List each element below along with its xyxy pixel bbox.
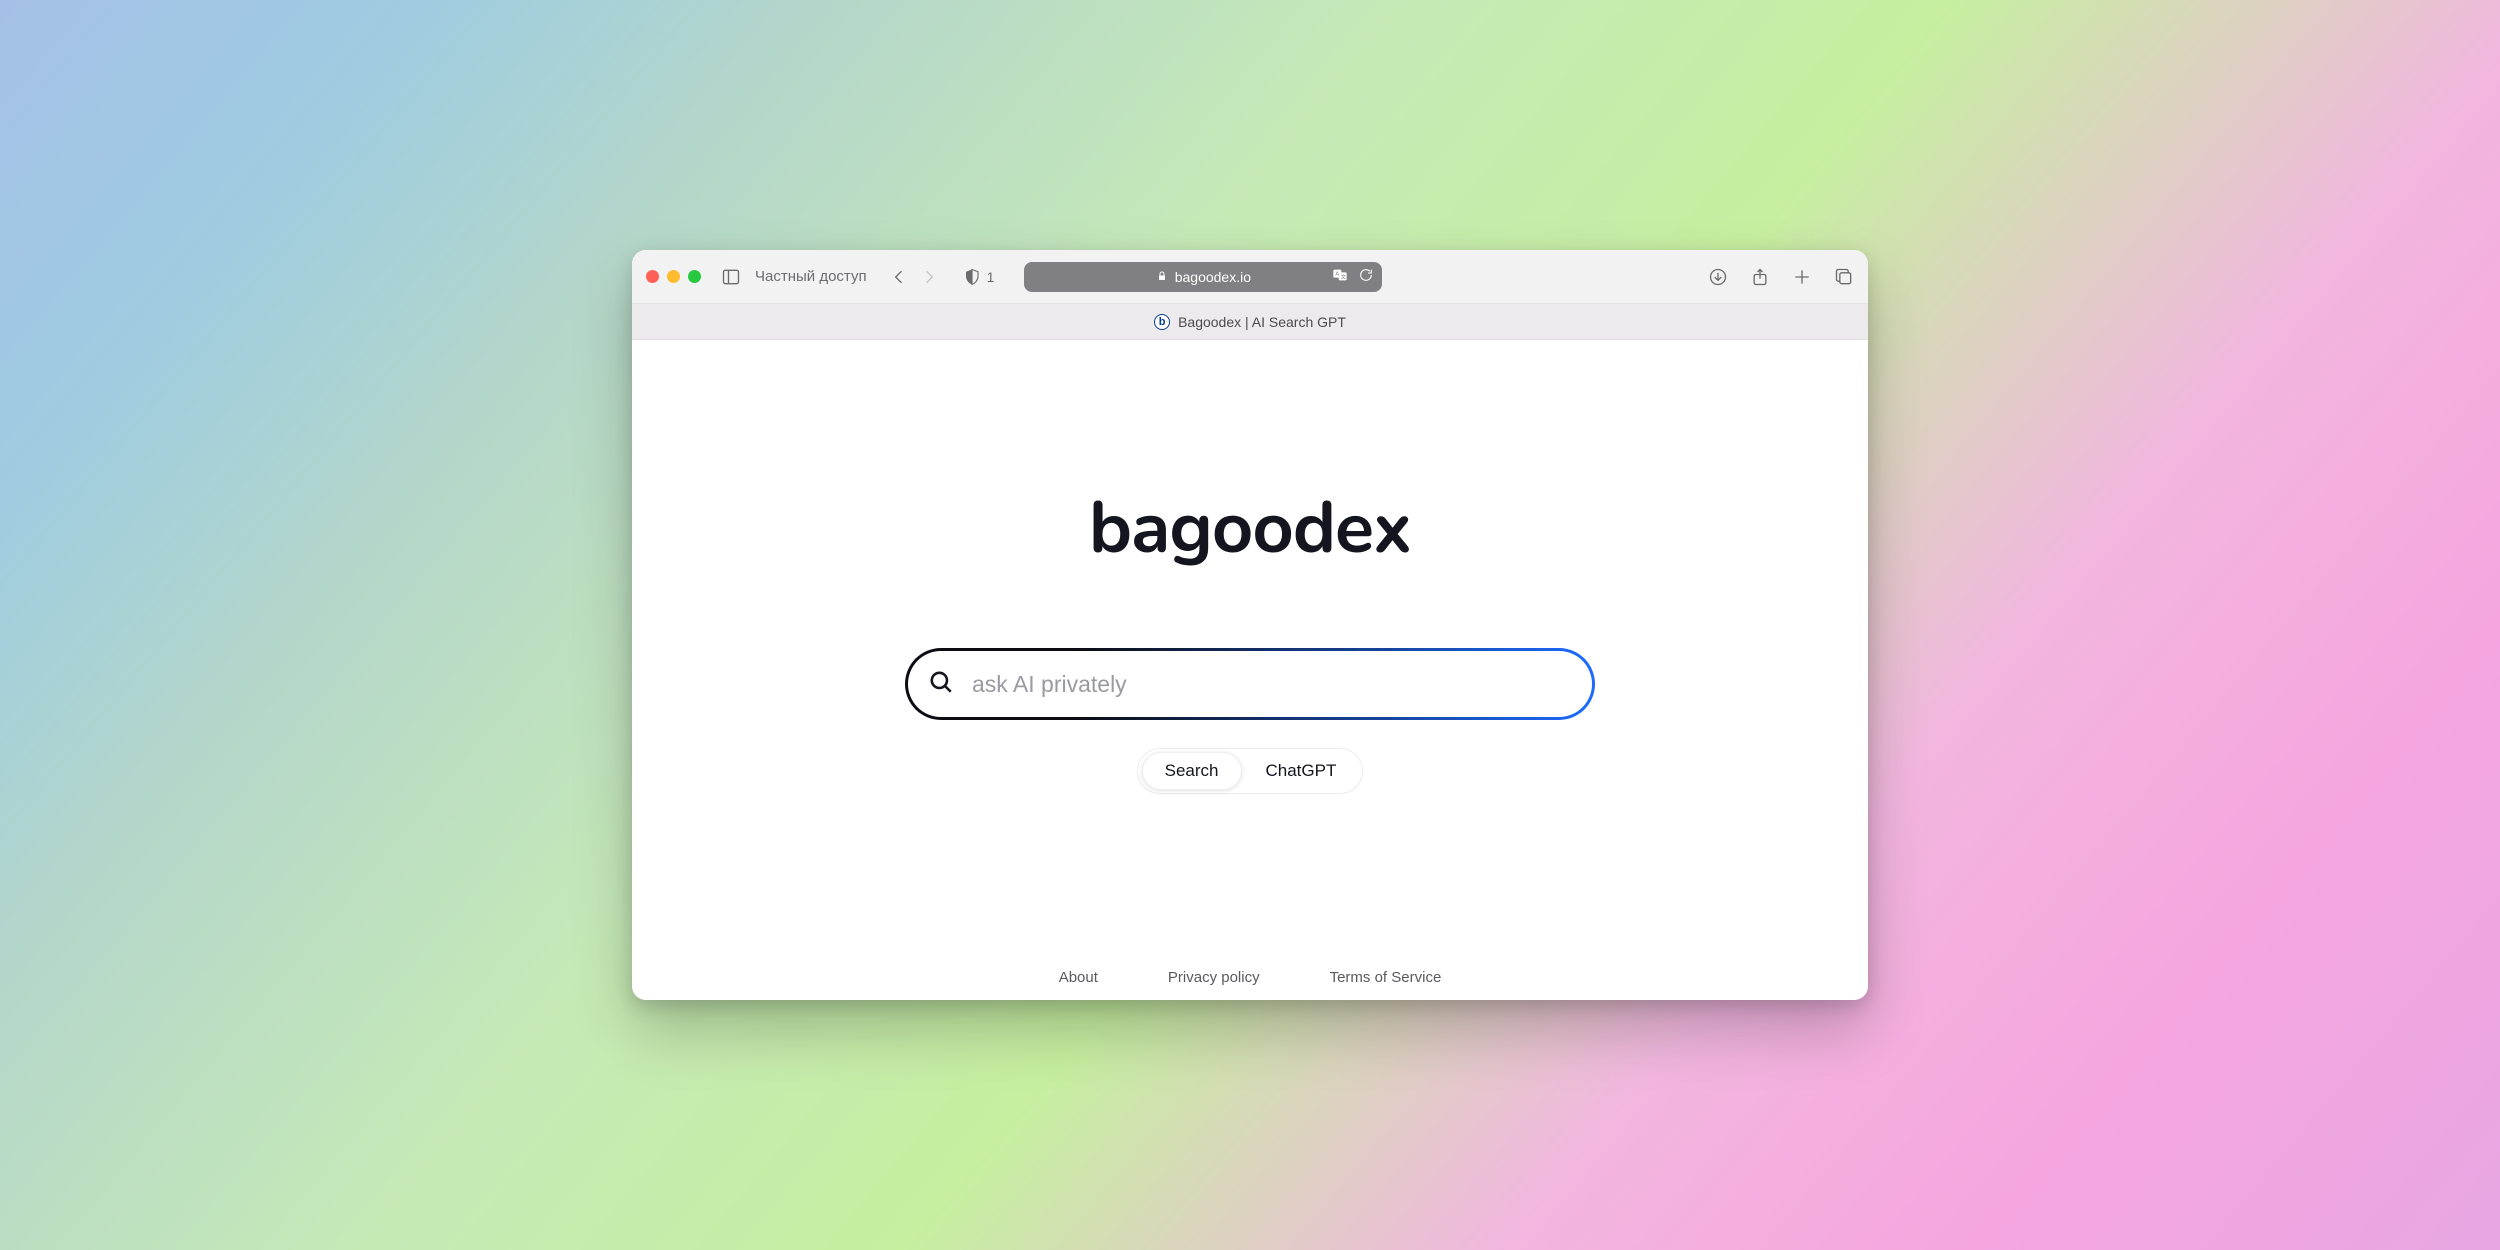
- toolbar-right-group: [1708, 267, 1854, 287]
- back-button[interactable]: [889, 267, 909, 287]
- lock-icon: [1156, 269, 1168, 285]
- browser-toolbar: Частный доступ 1 bagoodex.io A文: [632, 250, 1868, 304]
- window-traffic-lights: [646, 270, 701, 283]
- address-bar[interactable]: bagoodex.io A文: [1024, 262, 1382, 292]
- tab-title[interactable]: Bagoodex | AI Search GPT: [1178, 314, 1346, 330]
- sidebar-toggle-button[interactable]: [721, 267, 741, 287]
- footer-about-link[interactable]: About: [1059, 969, 1098, 986]
- privacy-shield-indicator[interactable]: 1: [963, 268, 995, 286]
- mode-toggle: Search ChatGPT: [1137, 748, 1364, 794]
- tab-favicon: b: [1154, 314, 1170, 330]
- site-logo: bagoodex: [1089, 480, 1411, 578]
- footer-links: About Privacy policy Terms of Service: [1059, 969, 1442, 986]
- svg-text:A: A: [1336, 272, 1340, 278]
- private-browsing-label: Частный доступ: [755, 268, 867, 285]
- mode-search-option[interactable]: Search: [1142, 752, 1242, 790]
- search-input[interactable]: [972, 671, 1578, 698]
- reload-icon[interactable]: [1358, 267, 1374, 286]
- address-bar-url: bagoodex.io: [1175, 269, 1251, 285]
- new-tab-button[interactable]: [1792, 267, 1812, 287]
- close-window-button[interactable]: [646, 270, 659, 283]
- footer-privacy-link[interactable]: Privacy policy: [1168, 969, 1260, 986]
- forward-button[interactable]: [919, 267, 939, 287]
- tab-strip: b Bagoodex | AI Search GPT: [632, 304, 1868, 340]
- mode-chatgpt-option[interactable]: ChatGPT: [1244, 752, 1359, 790]
- tab-overview-button[interactable]: [1834, 267, 1854, 287]
- zoom-window-button[interactable]: [688, 270, 701, 283]
- search-bar[interactable]: [905, 648, 1595, 720]
- tracker-count: 1: [987, 269, 995, 285]
- footer-terms-link[interactable]: Terms of Service: [1330, 969, 1442, 986]
- page-content: bagoodex Search ChatGPT About Privacy po…: [632, 340, 1868, 1000]
- navigation-arrows: [889, 267, 939, 287]
- search-icon: [928, 669, 954, 700]
- share-button[interactable]: [1750, 267, 1770, 287]
- downloads-button[interactable]: [1708, 267, 1728, 287]
- safari-window: Частный доступ 1 bagoodex.io A文: [632, 250, 1868, 1000]
- minimize-window-button[interactable]: [667, 270, 680, 283]
- translate-icon[interactable]: A文: [1332, 267, 1348, 286]
